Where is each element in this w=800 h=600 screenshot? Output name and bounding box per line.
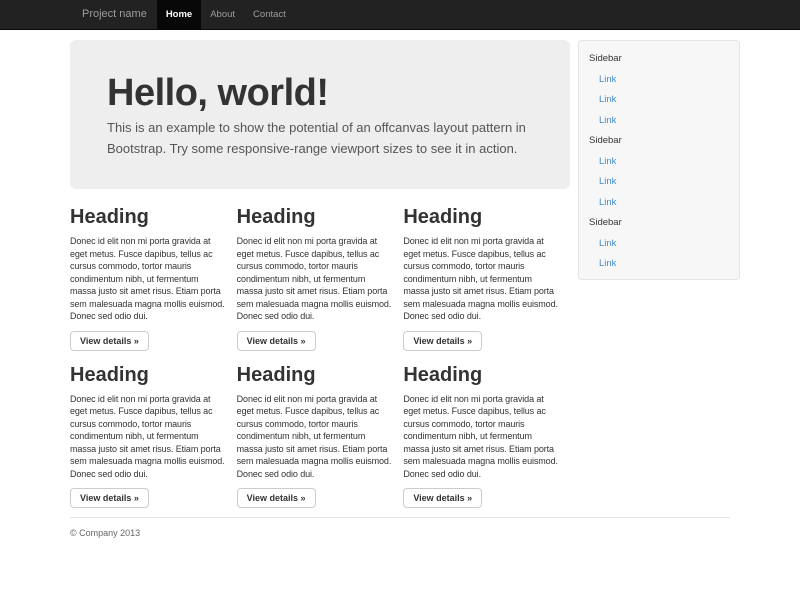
nav-item-about[interactable]: About [201,0,244,29]
sidebar-column: Sidebar Link Link Link Sidebar Link Link… [570,40,740,280]
sidebar-link[interactable]: Link [579,234,739,255]
sidebar-link[interactable]: Link [579,254,739,275]
card-heading: Heading [70,206,225,229]
sidebar-group-3: Sidebar Link Link [579,213,739,275]
navbar-container: Project name Home About Contact [60,0,740,29]
card-body-text: Donec id elit non mi porta gravida at eg… [70,393,225,481]
sidebar-group-1: Sidebar Link Link Link [579,49,739,131]
view-details-button[interactable]: View details » [237,331,316,351]
card-body-text: Donec id elit non mi porta gravida at eg… [237,235,392,323]
sidebar-link[interactable]: Link [579,70,739,91]
brand-link[interactable]: Project name [60,0,157,29]
content-card: Heading Donec id elit non mi porta gravi… [403,351,570,509]
card-heading: Heading [237,364,392,387]
card-body-text: Donec id elit non mi porta gravida at eg… [403,235,558,323]
sidebar-link[interactable]: Link [579,90,739,111]
main-container: Hello, world! This is an example to show… [60,30,740,538]
copyright-text: © Company 2013 [70,528,730,538]
sidebar-heading: Sidebar [579,49,739,70]
content-card: Heading Donec id elit non mi porta gravi… [70,351,237,509]
cards-row-1: Heading Donec id elit non mi porta gravi… [70,193,570,351]
card-heading: Heading [237,206,392,229]
view-details-button[interactable]: View details » [70,331,149,351]
card-body-text: Donec id elit non mi porta gravida at eg… [70,235,225,323]
jumbotron: Hello, world! This is an example to show… [70,40,570,189]
navbar: Project name Home About Contact [0,0,800,30]
view-details-button[interactable]: View details » [403,488,482,508]
jumbotron-description: This is an example to show the potential… [107,118,533,160]
content-row: Hello, world! This is an example to show… [60,30,740,508]
sidebar-link[interactable]: Link [579,193,739,214]
sidebar-group-2: Sidebar Link Link Link [579,131,739,213]
content-card: Heading Donec id elit non mi porta gravi… [403,193,570,351]
content-card: Heading Donec id elit non mi porta gravi… [237,193,404,351]
card-body-text: Donec id elit non mi porta gravida at eg… [237,393,392,481]
main-column: Hello, world! This is an example to show… [60,40,570,508]
cards-row-2: Heading Donec id elit non mi porta gravi… [70,351,570,509]
nav-item-contact[interactable]: Contact [244,0,295,29]
sidebar-heading: Sidebar [579,131,739,152]
card-heading: Heading [70,364,225,387]
content-card: Heading Donec id elit non mi porta gravi… [70,193,237,351]
view-details-button[interactable]: View details » [237,488,316,508]
sidebar-link[interactable]: Link [579,111,739,132]
page-title: Hello, world! [107,73,533,115]
view-details-button[interactable]: View details » [70,488,149,508]
sidebar-heading: Sidebar [579,213,739,234]
sidebar-panel: Sidebar Link Link Link Sidebar Link Link… [578,40,740,280]
sidebar-link[interactable]: Link [579,152,739,173]
footer: © Company 2013 [70,517,730,538]
view-details-button[interactable]: View details » [403,331,482,351]
sidebar-link[interactable]: Link [579,172,739,193]
nav-item-home[interactable]: Home [157,0,201,29]
navbar-links: Home About Contact [157,0,295,29]
content-card: Heading Donec id elit non mi porta gravi… [237,351,404,509]
card-heading: Heading [403,364,558,387]
card-body-text: Donec id elit non mi porta gravida at eg… [403,393,558,481]
card-heading: Heading [403,206,558,229]
